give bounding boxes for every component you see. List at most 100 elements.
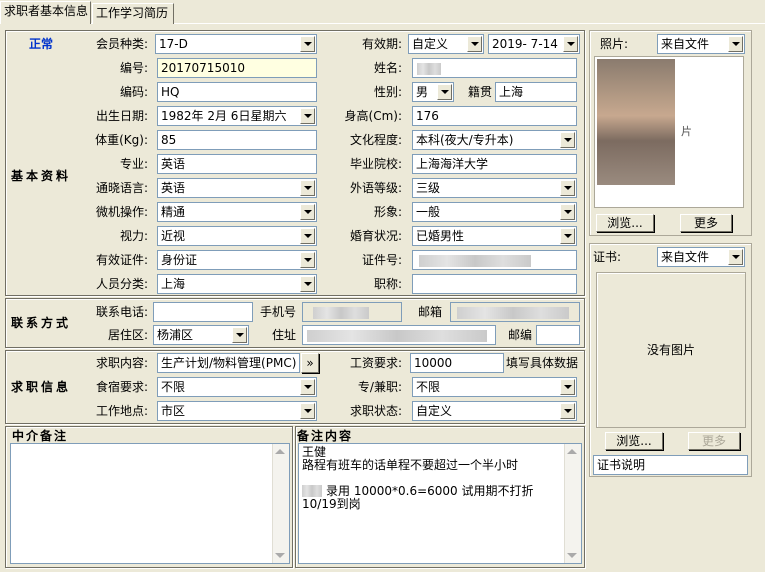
certificate-image-area: 没有图片 [596, 272, 746, 428]
weight-input[interactable]: 85 [157, 130, 317, 150]
certificate-description-input[interactable]: 证书说明 [593, 455, 748, 475]
foreign-level-label: 外语等级: [349, 181, 402, 195]
salary-input[interactable]: 10000 [410, 353, 504, 373]
appearance-select[interactable]: 一般 [412, 202, 577, 222]
chevron-down-icon[interactable] [300, 108, 315, 124]
member-type-select[interactable]: 17-D [155, 34, 317, 54]
job-state-label: 求职状态: [349, 404, 402, 418]
photo-label: 照片: [600, 37, 629, 51]
note-textarea[interactable]: 王健 路程有班车的话单程不要超过一个半小时 录用 10000*0.6=6000 … [298, 443, 582, 564]
chevron-down-icon[interactable] [560, 132, 575, 148]
native-input[interactable]: 上海 [495, 82, 577, 102]
major-input[interactable]: 英语 [157, 154, 317, 174]
chevron-down-icon[interactable] [300, 180, 315, 196]
chevron-down-icon[interactable] [560, 180, 575, 196]
school-input[interactable]: 上海海洋大学 [412, 154, 577, 174]
chevron-down-icon[interactable] [300, 403, 315, 419]
job-state-select[interactable]: 自定义 [412, 401, 577, 421]
photo-cut-text: 片 [681, 125, 692, 138]
computer-select[interactable]: 精通 [157, 202, 317, 222]
location-label: 工作地点: [95, 404, 148, 418]
fulltime-select[interactable]: 不限 [412, 377, 577, 397]
chevron-down-icon[interactable] [300, 204, 315, 220]
agent-note-title: 中介备注 [12, 429, 69, 443]
job-content-input[interactable]: 生产计划/物料管理(PMC) [157, 353, 300, 373]
scroll-down-icon[interactable] [275, 553, 285, 558]
school-label: 毕业院校: [349, 157, 402, 171]
chevron-down-icon[interactable] [560, 379, 575, 395]
validity-date-picker[interactable]: 2019- 7-14 [488, 34, 580, 54]
scroll-up-icon[interactable] [567, 449, 577, 454]
district-select[interactable]: 杨浦区 [153, 325, 249, 345]
marriage-select[interactable]: 已婚男性 [412, 226, 577, 246]
chevron-down-icon[interactable] [728, 249, 743, 265]
education-label: 文化程度: [349, 133, 402, 147]
photo-source-select[interactable]: 来自文件 [657, 34, 745, 54]
chevron-down-icon[interactable] [728, 36, 743, 52]
zip-label: 邮编 [507, 328, 532, 342]
chevron-down-icon[interactable] [560, 228, 575, 244]
section-job-title: 求职信息 [10, 380, 71, 394]
name-input[interactable] [412, 58, 577, 78]
tab-basic-info[interactable]: 求职者基本信息 [0, 1, 91, 24]
certificate-browse-button[interactable]: 浏览... [605, 432, 663, 450]
weight-label: 体重(Kg): [95, 133, 148, 147]
height-input[interactable]: 176 [412, 106, 577, 126]
language-label: 通晓语言: [95, 181, 148, 195]
title-label: 职称: [373, 277, 402, 291]
language-select[interactable]: 英语 [157, 178, 317, 198]
note-title: 备注内容 [297, 429, 354, 443]
code-input[interactable]: HQ [157, 82, 317, 102]
chevron-down-icon[interactable] [300, 36, 315, 52]
scroll-up-icon[interactable] [275, 449, 285, 454]
job-content-more-button[interactable]: » [301, 353, 319, 373]
tab-work-history[interactable]: 工作学习简历 [92, 3, 174, 24]
vision-select[interactable]: 近视 [157, 226, 317, 246]
email-input[interactable] [450, 302, 580, 322]
certificate-label: 证书: [593, 250, 622, 264]
address-label: 住址 [271, 328, 296, 342]
birth-date-picker[interactable]: 1982年 2月 6日星期六 [157, 106, 317, 126]
scroll-down-icon[interactable] [567, 553, 577, 558]
note-line: 录用 10000*0.6=6000 试用期不打折 [302, 485, 578, 498]
address-input[interactable] [302, 325, 496, 345]
lodging-label: 食宿要求: [95, 380, 148, 394]
chevron-down-icon[interactable] [300, 228, 315, 244]
name-label: 姓名: [373, 61, 402, 75]
title-input[interactable] [412, 274, 577, 294]
location-select[interactable]: 市区 [157, 401, 317, 421]
number-input[interactable]: 20170715010 [157, 58, 317, 78]
birth-label: 出生日期: [95, 109, 148, 123]
chevron-down-icon[interactable] [300, 276, 315, 292]
appearance-label: 形象: [373, 205, 402, 219]
lodging-select[interactable]: 不限 [157, 377, 317, 397]
category-select[interactable]: 上海 [157, 274, 317, 294]
agent-note-scrollbar[interactable] [272, 444, 289, 563]
photo-more-button[interactable]: 更多 [680, 214, 732, 232]
validity-type-select[interactable]: 自定义 [408, 34, 484, 54]
id-type-select[interactable]: 身份证 [157, 250, 317, 270]
chevron-down-icon[interactable] [560, 204, 575, 220]
chevron-down-icon[interactable] [300, 252, 315, 268]
foreign-level-select[interactable]: 三级 [412, 178, 577, 198]
photo-browse-button[interactable]: 浏览... [596, 214, 654, 232]
chevron-down-icon[interactable] [563, 36, 578, 52]
education-select[interactable]: 本科(夜大/专升本) [412, 130, 577, 150]
number-label: 编号: [119, 61, 148, 75]
certificate-more-button[interactable]: 更多 [688, 432, 740, 450]
chevron-down-icon[interactable] [560, 403, 575, 419]
mobile-input[interactable] [302, 302, 402, 322]
chevron-down-icon[interactable] [232, 327, 247, 343]
vision-label: 视力: [119, 229, 148, 243]
note-scrollbar[interactable] [564, 444, 581, 563]
id-no-input[interactable] [412, 250, 577, 270]
zip-input[interactable] [536, 325, 580, 345]
agent-note-textarea[interactable] [10, 443, 290, 564]
photo-frame: 片 [594, 56, 744, 208]
certificate-source-select[interactable]: 来自文件 [657, 247, 745, 267]
chevron-down-icon[interactable] [467, 36, 482, 52]
gender-select[interactable]: 男 [412, 82, 454, 102]
chevron-down-icon[interactable] [437, 84, 452, 100]
chevron-down-icon[interactable] [300, 379, 315, 395]
phone-input[interactable] [153, 302, 253, 322]
